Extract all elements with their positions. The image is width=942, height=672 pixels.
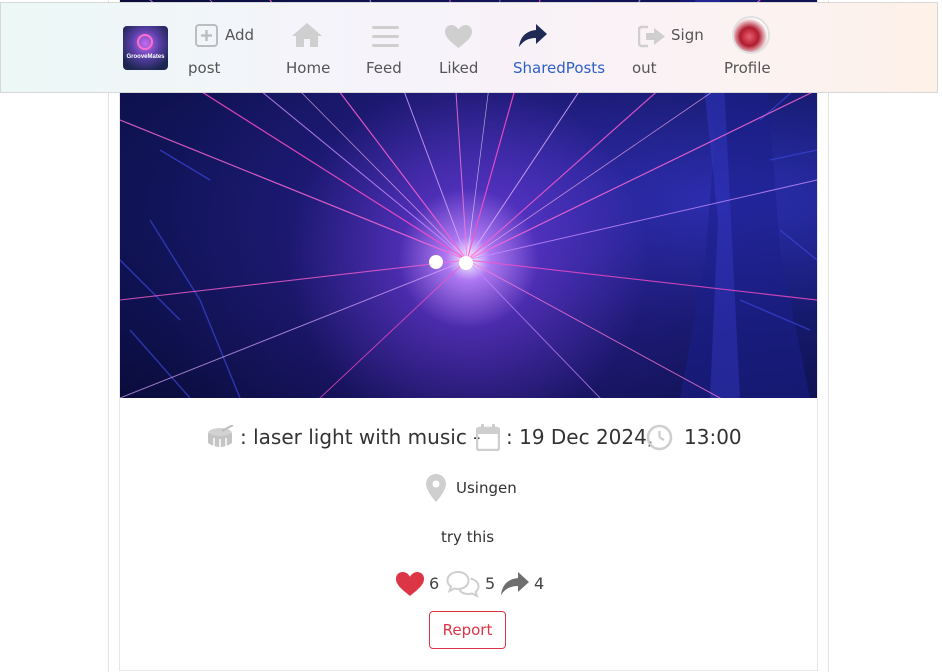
nav-shared-label: SharedPosts (513, 59, 606, 77)
nav-feed-label: Feed (366, 59, 402, 77)
nav-profile[interactable]: Profile (724, 16, 784, 80)
groovemates-logo[interactable]: GrooveMates (123, 26, 168, 70)
bars-icon (372, 26, 399, 47)
nav-sign-out[interactable]: Sign out (632, 24, 712, 80)
share-icon (519, 24, 547, 47)
home-icon (292, 23, 322, 47)
share-post-icon[interactable] (501, 572, 529, 596)
share-count: 4 (534, 574, 545, 593)
nav-feed[interactable]: Feed (366, 24, 411, 80)
post-time: 13:00 (684, 425, 742, 449)
post-location: Usingen (456, 479, 517, 497)
post-title: : laser light with music - (240, 425, 481, 449)
calendar-icon (476, 424, 500, 451)
music-note-icon (137, 34, 153, 50)
clock-icon (646, 424, 673, 451)
avatar (732, 16, 770, 54)
report-button[interactable]: Report (429, 611, 506, 649)
map-marker-icon (426, 474, 446, 502)
like-heart-icon[interactable] (396, 572, 424, 597)
nav-liked-label: Liked (439, 59, 479, 77)
nav-post-label: post (188, 59, 221, 77)
post-date: : 19 Dec 2024, (506, 425, 654, 449)
sign-out-icon (638, 25, 665, 48)
drum-icon (208, 425, 234, 447)
like-count: 6 (429, 574, 440, 593)
plus-square-icon (195, 24, 218, 47)
nav-home-label: Home (286, 59, 331, 77)
nav-add-post[interactable]: Add post (188, 24, 268, 80)
heart-icon (445, 25, 472, 48)
nav-shared-posts[interactable]: SharedPosts (513, 24, 613, 80)
nav-sign-label: Sign (671, 26, 704, 44)
nav-liked[interactable]: Liked (439, 24, 484, 80)
nav-home[interactable]: Home (286, 22, 336, 80)
comment-count: 5 (485, 574, 496, 593)
comments-icon[interactable] (446, 570, 480, 598)
logo-text: GrooveMates (126, 54, 165, 60)
post-description: try this (441, 528, 495, 546)
nav-profile-label: Profile (724, 59, 771, 77)
nav-out-label: out (632, 59, 657, 77)
nav-add-label: Add (225, 26, 255, 44)
